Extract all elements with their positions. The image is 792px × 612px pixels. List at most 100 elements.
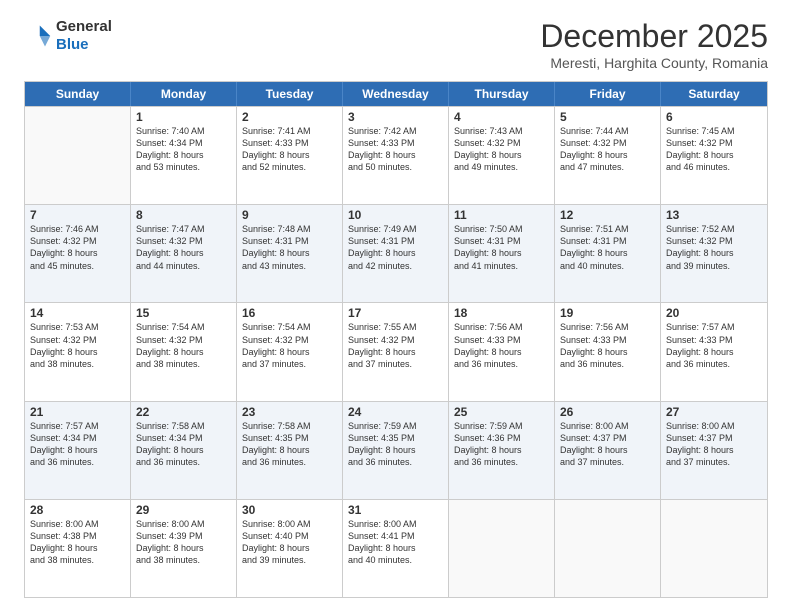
header-sunday: Sunday <box>25 82 131 106</box>
title-block: December 2025 Meresti, Harghita County, … <box>540 18 768 71</box>
day-number: 20 <box>666 306 762 320</box>
calendar-row-2: 7Sunrise: 7:46 AM Sunset: 4:32 PM Daylig… <box>25 204 767 302</box>
day-number: 23 <box>242 405 337 419</box>
day-number: 6 <box>666 110 762 124</box>
calendar-cell: 27Sunrise: 8:00 AM Sunset: 4:37 PM Dayli… <box>661 402 767 499</box>
calendar-cell: 14Sunrise: 7:53 AM Sunset: 4:32 PM Dayli… <box>25 303 131 400</box>
day-info: Sunrise: 7:52 AM Sunset: 4:32 PM Dayligh… <box>666 223 762 272</box>
day-info: Sunrise: 8:00 AM Sunset: 4:37 PM Dayligh… <box>560 420 655 469</box>
day-number: 31 <box>348 503 443 517</box>
day-number: 13 <box>666 208 762 222</box>
day-number: 30 <box>242 503 337 517</box>
day-info: Sunrise: 7:51 AM Sunset: 4:31 PM Dayligh… <box>560 223 655 272</box>
calendar-cell: 19Sunrise: 7:56 AM Sunset: 4:33 PM Dayli… <box>555 303 661 400</box>
day-info: Sunrise: 7:46 AM Sunset: 4:32 PM Dayligh… <box>30 223 125 272</box>
day-info: Sunrise: 7:54 AM Sunset: 4:32 PM Dayligh… <box>242 321 337 370</box>
calendar-cell <box>449 500 555 597</box>
header-thursday: Thursday <box>449 82 555 106</box>
logo-text: General Blue <box>56 18 112 54</box>
calendar-row-4: 21Sunrise: 7:57 AM Sunset: 4:34 PM Dayli… <box>25 401 767 499</box>
day-info: Sunrise: 7:56 AM Sunset: 4:33 PM Dayligh… <box>454 321 549 370</box>
calendar-cell: 4Sunrise: 7:43 AM Sunset: 4:32 PM Daylig… <box>449 107 555 204</box>
day-info: Sunrise: 7:43 AM Sunset: 4:32 PM Dayligh… <box>454 125 549 174</box>
day-info: Sunrise: 7:42 AM Sunset: 4:33 PM Dayligh… <box>348 125 443 174</box>
header-wednesday: Wednesday <box>343 82 449 106</box>
logo-general: General <box>56 18 112 35</box>
day-number: 11 <box>454 208 549 222</box>
day-number: 9 <box>242 208 337 222</box>
day-number: 10 <box>348 208 443 222</box>
header-monday: Monday <box>131 82 237 106</box>
title-month: December 2025 <box>540 18 768 55</box>
day-number: 2 <box>242 110 337 124</box>
calendar-cell: 10Sunrise: 7:49 AM Sunset: 4:31 PM Dayli… <box>343 205 449 302</box>
calendar-cell <box>661 500 767 597</box>
day-number: 4 <box>454 110 549 124</box>
day-info: Sunrise: 7:58 AM Sunset: 4:35 PM Dayligh… <box>242 420 337 469</box>
calendar-cell <box>25 107 131 204</box>
header-friday: Friday <box>555 82 661 106</box>
day-number: 15 <box>136 306 231 320</box>
calendar-cell: 1Sunrise: 7:40 AM Sunset: 4:34 PM Daylig… <box>131 107 237 204</box>
day-number: 24 <box>348 405 443 419</box>
day-info: Sunrise: 7:59 AM Sunset: 4:36 PM Dayligh… <box>454 420 549 469</box>
day-number: 1 <box>136 110 231 124</box>
day-info: Sunrise: 7:50 AM Sunset: 4:31 PM Dayligh… <box>454 223 549 272</box>
logo-blue: Blue <box>56 36 89 53</box>
day-number: 18 <box>454 306 549 320</box>
day-info: Sunrise: 7:59 AM Sunset: 4:35 PM Dayligh… <box>348 420 443 469</box>
day-number: 14 <box>30 306 125 320</box>
header-tuesday: Tuesday <box>237 82 343 106</box>
page: General Blue December 2025 Meresti, Harg… <box>0 0 792 612</box>
calendar-cell: 30Sunrise: 8:00 AM Sunset: 4:40 PM Dayli… <box>237 500 343 597</box>
day-info: Sunrise: 8:00 AM Sunset: 4:40 PM Dayligh… <box>242 518 337 567</box>
day-info: Sunrise: 7:55 AM Sunset: 4:32 PM Dayligh… <box>348 321 443 370</box>
day-number: 12 <box>560 208 655 222</box>
day-info: Sunrise: 7:44 AM Sunset: 4:32 PM Dayligh… <box>560 125 655 174</box>
day-number: 16 <box>242 306 337 320</box>
day-number: 5 <box>560 110 655 124</box>
calendar-cell: 12Sunrise: 7:51 AM Sunset: 4:31 PM Dayli… <box>555 205 661 302</box>
day-number: 25 <box>454 405 549 419</box>
calendar-cell: 25Sunrise: 7:59 AM Sunset: 4:36 PM Dayli… <box>449 402 555 499</box>
calendar-cell: 2Sunrise: 7:41 AM Sunset: 4:33 PM Daylig… <box>237 107 343 204</box>
day-info: Sunrise: 7:40 AM Sunset: 4:34 PM Dayligh… <box>136 125 231 174</box>
day-info: Sunrise: 7:41 AM Sunset: 4:33 PM Dayligh… <box>242 125 337 174</box>
calendar-cell: 3Sunrise: 7:42 AM Sunset: 4:33 PM Daylig… <box>343 107 449 204</box>
day-info: Sunrise: 7:53 AM Sunset: 4:32 PM Dayligh… <box>30 321 125 370</box>
calendar-cell: 5Sunrise: 7:44 AM Sunset: 4:32 PM Daylig… <box>555 107 661 204</box>
calendar: SundayMondayTuesdayWednesdayThursdayFrid… <box>24 81 768 598</box>
calendar-cell: 17Sunrise: 7:55 AM Sunset: 4:32 PM Dayli… <box>343 303 449 400</box>
calendar-header: SundayMondayTuesdayWednesdayThursdayFrid… <box>25 82 767 106</box>
day-number: 28 <box>30 503 125 517</box>
calendar-cell: 13Sunrise: 7:52 AM Sunset: 4:32 PM Dayli… <box>661 205 767 302</box>
day-info: Sunrise: 7:48 AM Sunset: 4:31 PM Dayligh… <box>242 223 337 272</box>
day-number: 8 <box>136 208 231 222</box>
day-info: Sunrise: 7:56 AM Sunset: 4:33 PM Dayligh… <box>560 321 655 370</box>
day-info: Sunrise: 7:57 AM Sunset: 4:34 PM Dayligh… <box>30 420 125 469</box>
calendar-cell: 6Sunrise: 7:45 AM Sunset: 4:32 PM Daylig… <box>661 107 767 204</box>
header: General Blue December 2025 Meresti, Harg… <box>24 18 768 71</box>
day-info: Sunrise: 7:49 AM Sunset: 4:31 PM Dayligh… <box>348 223 443 272</box>
day-number: 7 <box>30 208 125 222</box>
calendar-cell: 18Sunrise: 7:56 AM Sunset: 4:33 PM Dayli… <box>449 303 555 400</box>
day-info: Sunrise: 7:47 AM Sunset: 4:32 PM Dayligh… <box>136 223 231 272</box>
day-info: Sunrise: 7:45 AM Sunset: 4:32 PM Dayligh… <box>666 125 762 174</box>
calendar-cell: 22Sunrise: 7:58 AM Sunset: 4:34 PM Dayli… <box>131 402 237 499</box>
day-number: 29 <box>136 503 231 517</box>
calendar-row-1: 1Sunrise: 7:40 AM Sunset: 4:34 PM Daylig… <box>25 106 767 204</box>
title-location: Meresti, Harghita County, Romania <box>540 55 768 71</box>
day-info: Sunrise: 7:58 AM Sunset: 4:34 PM Dayligh… <box>136 420 231 469</box>
header-saturday: Saturday <box>661 82 767 106</box>
calendar-cell: 31Sunrise: 8:00 AM Sunset: 4:41 PM Dayli… <box>343 500 449 597</box>
calendar-row-3: 14Sunrise: 7:53 AM Sunset: 4:32 PM Dayli… <box>25 302 767 400</box>
calendar-cell: 26Sunrise: 8:00 AM Sunset: 4:37 PM Dayli… <box>555 402 661 499</box>
logo: General Blue <box>24 18 112 54</box>
calendar-cell: 24Sunrise: 7:59 AM Sunset: 4:35 PM Dayli… <box>343 402 449 499</box>
day-number: 22 <box>136 405 231 419</box>
calendar-cell: 29Sunrise: 8:00 AM Sunset: 4:39 PM Dayli… <box>131 500 237 597</box>
day-info: Sunrise: 8:00 AM Sunset: 4:38 PM Dayligh… <box>30 518 125 567</box>
day-info: Sunrise: 8:00 AM Sunset: 4:41 PM Dayligh… <box>348 518 443 567</box>
calendar-cell <box>555 500 661 597</box>
logo-icon <box>24 22 52 50</box>
